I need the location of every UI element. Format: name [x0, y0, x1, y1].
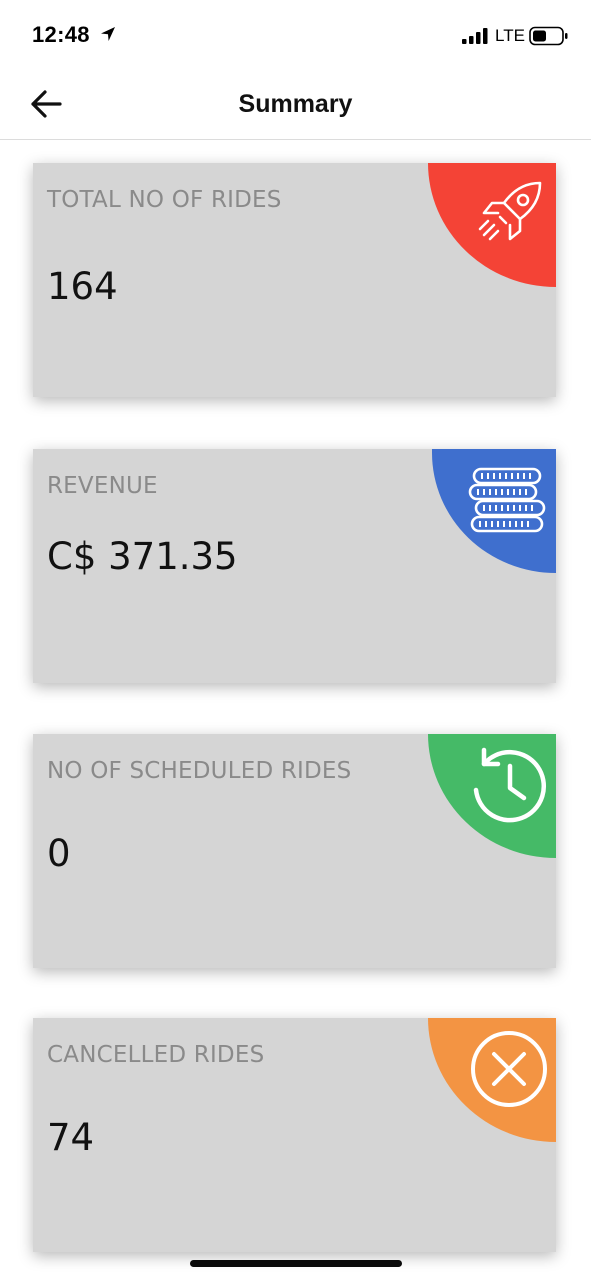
card-label: NO OF SCHEDULED RIDES — [47, 758, 352, 784]
battery-icon — [529, 26, 568, 46]
card-label: REVENUE — [47, 473, 158, 499]
card-value: 0 — [47, 832, 71, 875]
location-arrow-icon — [101, 27, 115, 41]
card-badge — [428, 734, 556, 858]
status-bar: 12:48 LTE — [0, 0, 591, 70]
home-indicator[interactable] — [190, 1260, 402, 1267]
page-title: Summary — [238, 90, 353, 118]
status-time: 12:48 — [32, 22, 90, 47]
card-label: TOTAL NO OF RIDES — [47, 187, 282, 213]
close-circle-icon — [471, 1031, 547, 1107]
history-clock-icon — [473, 747, 546, 823]
nav-bar: Summary — [0, 70, 591, 140]
card-value: 74 — [47, 1116, 95, 1159]
card-label: CANCELLED RIDES — [47, 1042, 265, 1068]
coins-stack-icon — [468, 467, 546, 533]
card-badge — [428, 1018, 556, 1142]
scheduled-rides-card: NO OF SCHEDULED RIDES 0 — [33, 734, 556, 968]
card-badge — [428, 163, 556, 287]
total-rides-card: TOTAL NO OF RIDES 164 — [33, 163, 556, 397]
signal-bars-icon — [462, 28, 488, 44]
card-value: 164 — [47, 265, 118, 308]
rocket-icon — [478, 181, 542, 241]
cancelled-rides-card: CANCELLED RIDES 74 — [33, 1018, 556, 1252]
network-type: LTE — [495, 26, 525, 45]
card-value: C$ 371.35 — [47, 535, 238, 578]
card-badge — [432, 449, 556, 573]
revenue-card: REVENUE C$ 371.35 — [33, 449, 556, 683]
